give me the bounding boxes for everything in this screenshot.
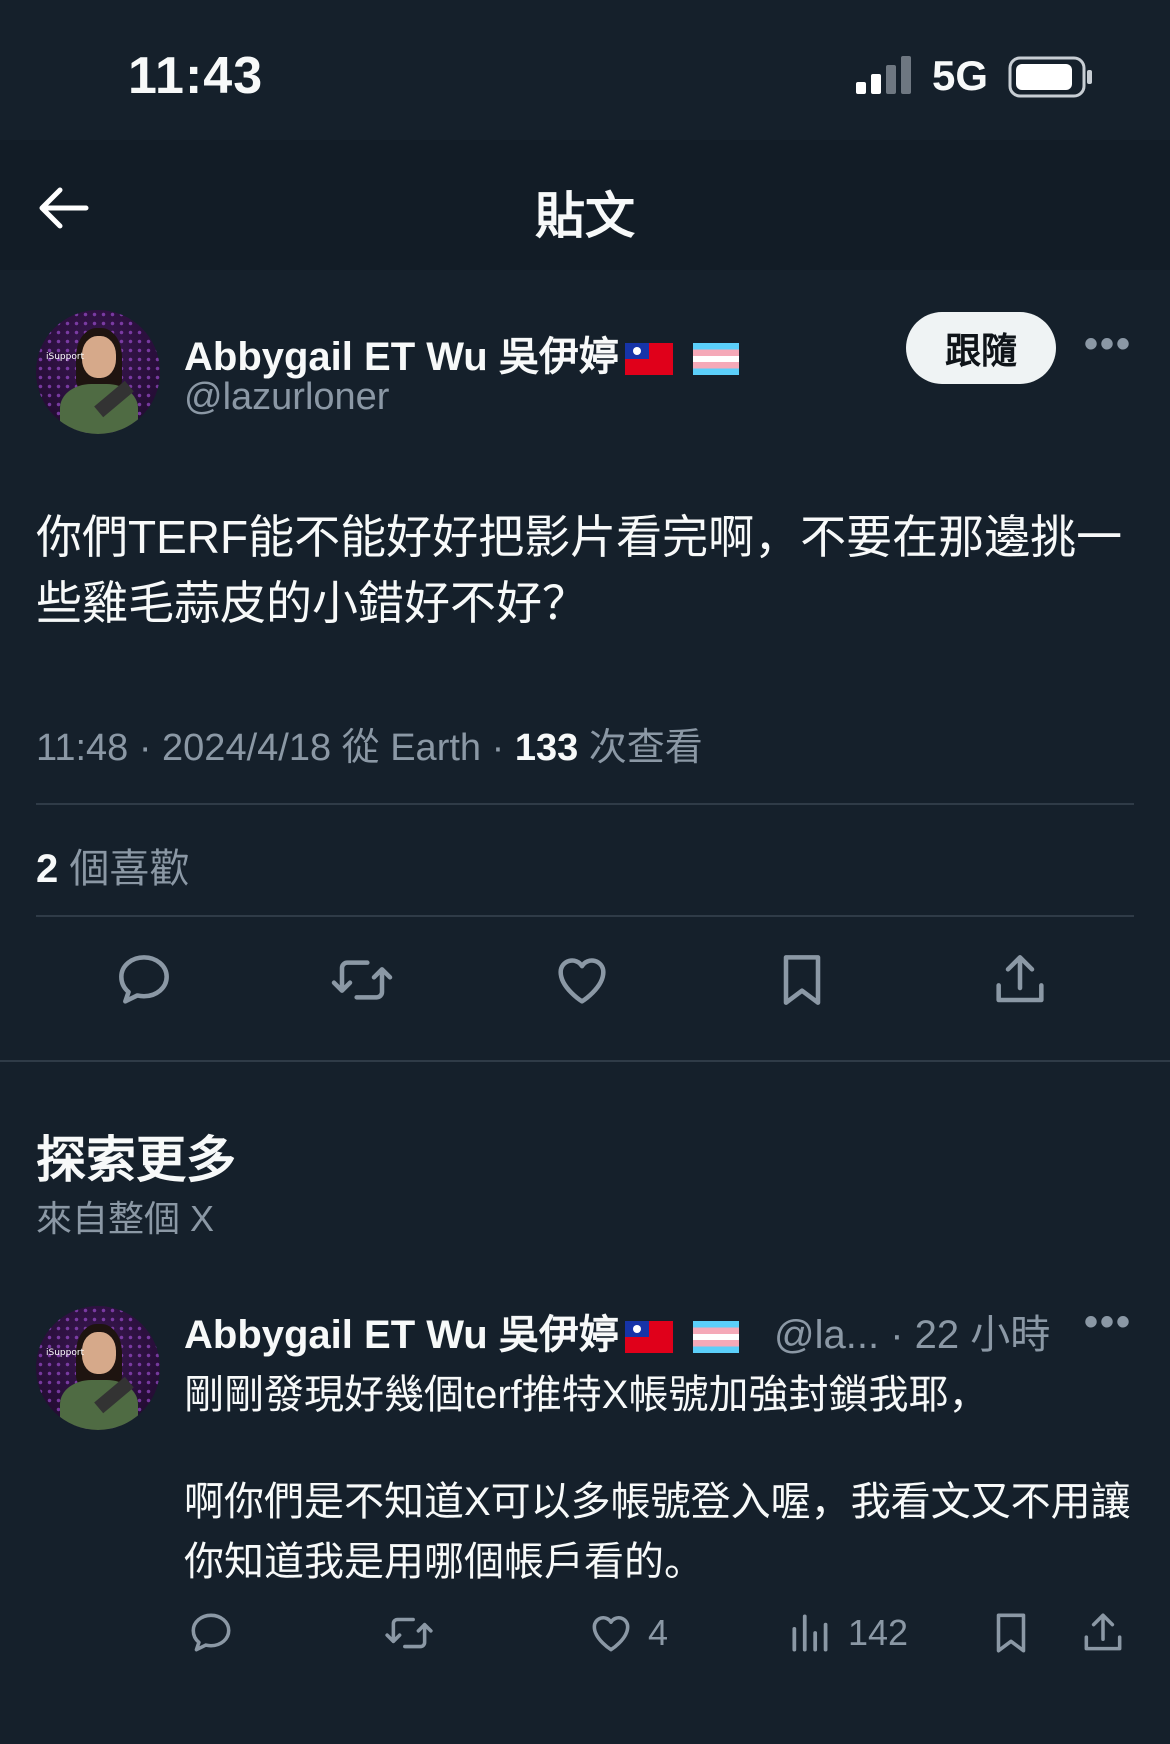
- reply-button[interactable]: [186, 1608, 248, 1658]
- author-name-text: Abbygail ET Wu 吳伊婷: [184, 335, 619, 379]
- retweet-icon: [385, 1617, 433, 1649]
- bookmark-button[interactable]: [986, 1608, 1048, 1658]
- views-icon: [792, 1614, 828, 1652]
- like-icon: [558, 958, 606, 1004]
- like-button[interactable]: [550, 948, 614, 1012]
- avatar[interactable]: iSupport: [36, 310, 160, 434]
- taiwan-flag-icon: [624, 1321, 673, 1354]
- retweet-icon: [331, 960, 393, 1000]
- recommended-tweet-text: 啊你們是不知道X可以多帳號登入喔，我看文又不用讓你知道我是用哪個帳戶看的。: [184, 1480, 1131, 1584]
- divider: [36, 803, 1134, 805]
- follow-button[interactable]: 跟隨: [906, 312, 1056, 384]
- network-type: 5G: [932, 52, 989, 99]
- share-button[interactable]: [988, 948, 1052, 1012]
- views-button[interactable]: 142: [786, 1608, 908, 1658]
- views-label: 次查看: [578, 727, 703, 769]
- like-button[interactable]: 4: [586, 1608, 668, 1658]
- recommended-author-name-text: Abbygail ET Wu 吳伊婷: [184, 1313, 619, 1357]
- section-subtitle: 來自整個 X: [36, 1198, 215, 1239]
- share-icon: [1084, 1613, 1122, 1651]
- tweet-text: 你們TERF能不能好好把影片看完啊，不要在那邊挑一些雞毛蒜皮的小錯好不好？: [36, 511, 1123, 629]
- more-icon[interactable]: •••: [1084, 1300, 1132, 1345]
- transgender-flag-icon: [692, 343, 739, 376]
- share-icon: [996, 955, 1044, 1003]
- section-divider: [0, 1060, 1170, 1062]
- retweet-button[interactable]: [384, 1608, 446, 1658]
- bookmark-icon: [783, 955, 821, 1005]
- author-name[interactable]: Abbygail ET Wu 吳伊婷: [184, 324, 739, 382]
- share-button[interactable]: [1078, 1608, 1140, 1658]
- divider: [36, 915, 1134, 917]
- recommended-handle-time[interactable]: @la... · 22 小時: [774, 1302, 1050, 1360]
- cellular-signal-icon: [856, 56, 911, 94]
- reply-button[interactable]: [112, 948, 176, 1012]
- author-handle[interactable]: @lazurloner: [184, 376, 389, 419]
- likes-label: 個喜歡: [58, 847, 190, 891]
- views-count: 133: [514, 727, 579, 769]
- like-icon: [592, 1616, 630, 1652]
- bookmark-icon: [996, 1613, 1026, 1653]
- likes-summary[interactable]: 2 個喜歡: [36, 836, 189, 894]
- avatar[interactable]: iSupport: [36, 1306, 160, 1430]
- status-time: 11:43: [128, 47, 264, 105]
- battery-icon: [1008, 56, 1092, 98]
- recommended-tweet-text: 剛剛發現好幾個terf推特X帳號加強封鎖我耶，: [184, 1373, 989, 1417]
- retweet-button[interactable]: [330, 948, 394, 1012]
- section-title: 探索更多: [36, 1132, 236, 1188]
- page-title: 貼文: [535, 188, 635, 244]
- more-icon[interactable]: •••: [1084, 322, 1132, 367]
- transgender-flag-icon: [692, 1321, 739, 1354]
- like-count: 4: [648, 1612, 669, 1653]
- reply-icon: [119, 955, 169, 1004]
- bookmark-button[interactable]: [770, 948, 834, 1012]
- views-count: 142: [848, 1612, 909, 1653]
- recommended-author-name[interactable]: Abbygail ET Wu 吳伊婷: [184, 1302, 739, 1360]
- taiwan-flag-icon: [624, 343, 673, 376]
- tweet-meta: 11:48 · 2024/4/18 從 Earth · 133 次查看: [36, 716, 703, 771]
- reply-icon: [191, 1613, 231, 1652]
- timestamp: 11:48 · 2024/4/18 從 Earth ·: [36, 727, 515, 769]
- likes-count: 2: [36, 847, 59, 891]
